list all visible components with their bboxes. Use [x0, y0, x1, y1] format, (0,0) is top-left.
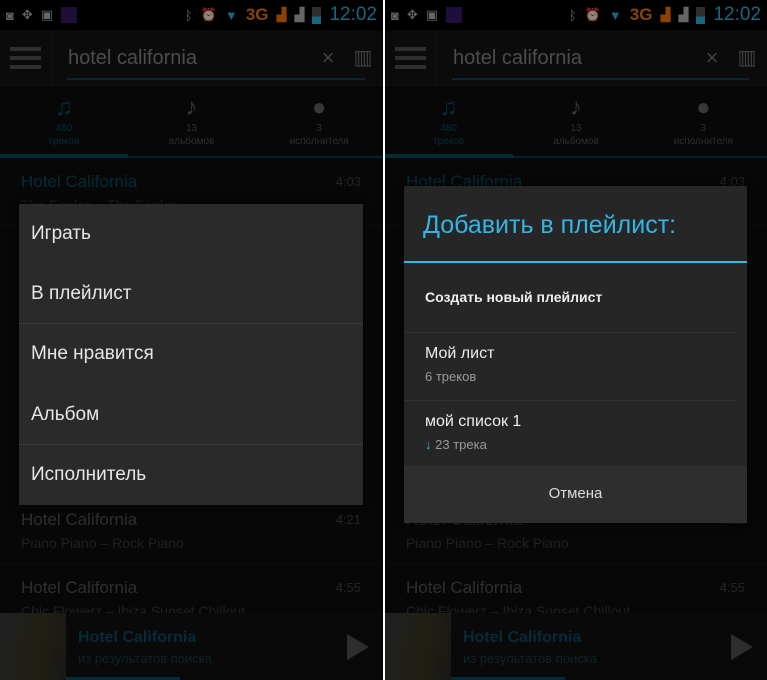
playlist-item[interactable]: Мой лист 6 треков: [404, 332, 735, 400]
add-to-playlist-dialog: Добавить в плейлист: Создать новый плейл…: [404, 186, 747, 523]
screen-playlist-dialog: ◙ ✥ ▣ ᛒ ⏰ ▼ 3G ▟ ▟ 12:02 hotel californi…: [385, 0, 767, 680]
menu-item-add-to-playlist[interactable]: В плейлист: [19, 264, 363, 325]
create-playlist-button[interactable]: Создать новый плейлист: [404, 263, 747, 332]
download-arrow-icon: ↓: [425, 437, 436, 452]
playlist-item[interactable]: мой список 1 ↓ 23 трека: [404, 400, 735, 468]
menu-item-like[interactable]: Мне нравится: [19, 324, 363, 384]
menu-item-artist[interactable]: Исполнитель: [19, 445, 363, 505]
dialog-title: Добавить в плейлист:: [404, 186, 747, 263]
cancel-button[interactable]: Отмена: [404, 466, 747, 523]
menu-item-album[interactable]: Альбом: [19, 385, 363, 445]
menu-item-play[interactable]: Играть: [19, 204, 363, 264]
context-menu: Играть В плейлист Мне нравится Альбом Ис…: [19, 204, 363, 505]
screen-context-menu: ◙ ✥ ▣ ᛒ ⏰ ▼ 3G ▟ ▟ 12:02 hotel californi…: [0, 0, 383, 680]
